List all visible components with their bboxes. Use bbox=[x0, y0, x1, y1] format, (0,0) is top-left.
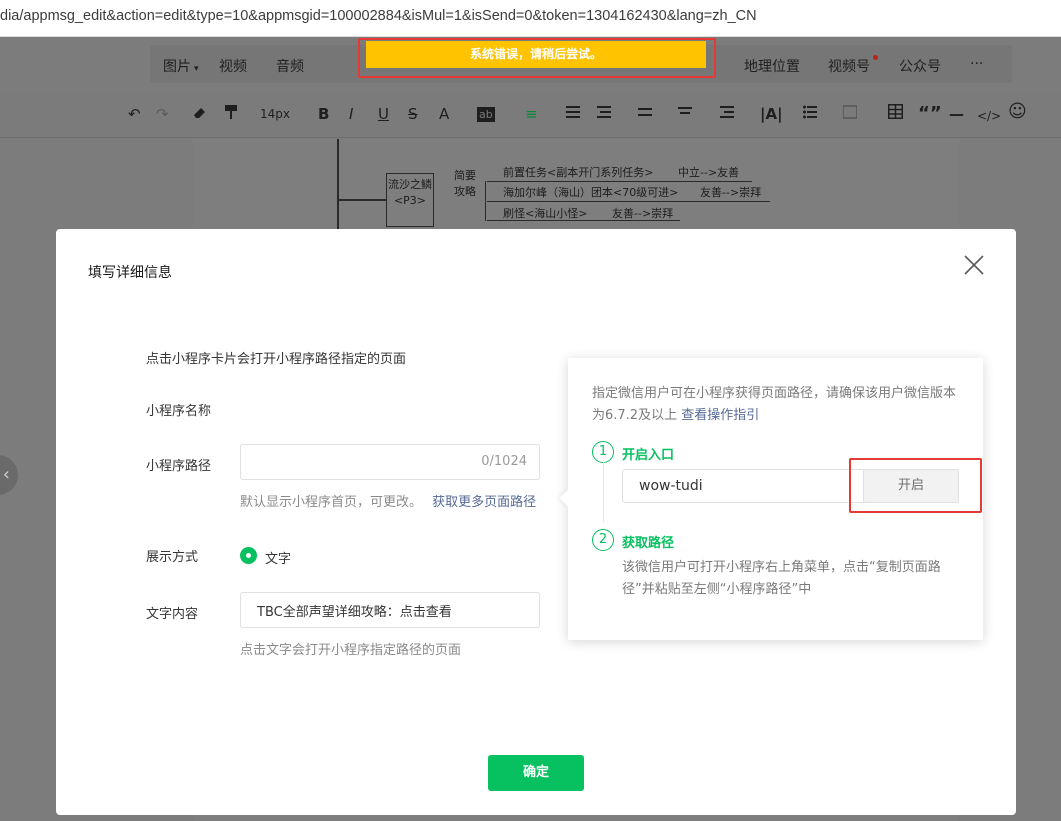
close-icon[interactable] bbox=[960, 251, 988, 279]
table-icon[interactable] bbox=[888, 104, 903, 124]
divider-icon[interactable]: — bbox=[949, 104, 964, 124]
list-icon[interactable] bbox=[803, 104, 817, 124]
text-mode-radio[interactable] bbox=[240, 547, 257, 564]
line-spacing-icon[interactable] bbox=[597, 104, 611, 124]
mindmap-row-2-status: 友善-->崇拜 bbox=[700, 186, 762, 199]
two-ends-indent-icon[interactable] bbox=[720, 104, 734, 124]
align-icon[interactable]: ≡ bbox=[525, 104, 538, 124]
text-mode-label[interactable]: 文字 bbox=[265, 548, 291, 567]
insert-audio-button[interactable]: 音频 bbox=[276, 56, 304, 76]
insert-video-button[interactable]: 视频 bbox=[219, 56, 247, 76]
background-color-button[interactable]: ab bbox=[477, 107, 495, 122]
undo-icon[interactable]: ↶ bbox=[128, 104, 141, 124]
text-content-hint: 点击文字会打开小程序指定路径的页面 bbox=[240, 643, 462, 658]
step-2-title: 获取路径 bbox=[622, 536, 675, 551]
miniprogram-path-input[interactable]: 0/1024 bbox=[240, 444, 540, 480]
confirm-button[interactable]: 确定 bbox=[488, 755, 584, 791]
insert-official-account-button[interactable]: 公众号 bbox=[899, 56, 941, 76]
paragraph-spacing-icon[interactable] bbox=[638, 104, 652, 124]
format-painter-icon[interactable] bbox=[224, 104, 238, 125]
dialog-title: 填写详细信息 bbox=[88, 265, 172, 281]
eraser-icon[interactable] bbox=[192, 104, 208, 125]
mindmap-branch-line bbox=[485, 181, 486, 221]
more-icon[interactable]: ··· bbox=[970, 56, 983, 72]
toast-highlight-frame bbox=[358, 38, 716, 78]
mindmap-branch-label: 简要攻略 bbox=[454, 169, 476, 198]
mindmap-row-divider bbox=[487, 181, 752, 182]
channels-red-dot bbox=[873, 55, 878, 60]
miniprogram-name-label: 小程序名称 bbox=[146, 404, 212, 419]
popover-description: 指定微信用户可在小程序获得页面路径，请确保该用户微信版本为6.7.2及以上 查看… bbox=[592, 386, 957, 423]
mindmap-row-divider bbox=[487, 220, 680, 221]
mindmap-node: 流沙之鳞<P3> bbox=[386, 173, 434, 227]
path-char-counter: 0/1024 bbox=[481, 454, 527, 469]
indent-icon[interactable] bbox=[566, 104, 580, 124]
step-2-badge: 2 bbox=[592, 529, 614, 551]
text-direction-icon[interactable]: |A| bbox=[760, 104, 783, 124]
underline-button[interactable]: U bbox=[378, 104, 389, 124]
mindmap-row-1-status: 中立-->友善 bbox=[678, 166, 740, 179]
disabled-style-icon bbox=[842, 104, 858, 124]
step-connector bbox=[603, 462, 604, 522]
view-guide-link[interactable]: 查看操作指引 bbox=[681, 408, 759, 423]
mindmap-horizontal-line bbox=[337, 199, 386, 201]
display-mode-label: 展示方式 bbox=[146, 550, 199, 565]
insert-channels-button[interactable]: 视频号 bbox=[828, 56, 870, 76]
miniprogram-path-label: 小程序路径 bbox=[146, 459, 212, 474]
format-toolbar: ↶ ↷ 14px B I U S A ab ≡ |A| “” — </> ☺ bbox=[0, 92, 1061, 138]
insert-location-button[interactable]: 地理位置 bbox=[744, 56, 800, 76]
insert-image-button[interactable]: 图片 ▾ bbox=[163, 56, 199, 76]
dialog-intro-text: 点击小程序卡片会打开小程序路径指定的页面 bbox=[146, 352, 407, 367]
letter-spacing-icon[interactable] bbox=[678, 104, 692, 124]
text-content-label: 文字内容 bbox=[146, 607, 199, 622]
bold-button[interactable]: B bbox=[318, 104, 329, 124]
mindmap-vertical-line bbox=[337, 139, 339, 229]
italic-button[interactable]: I bbox=[349, 104, 353, 124]
font-color-button[interactable]: A bbox=[439, 104, 449, 124]
mindmap-row-3-status: 友善-->崇拜 bbox=[612, 207, 674, 220]
mindmap-row-1: 前置任务<副本开门系列任务> bbox=[503, 166, 654, 179]
redo-icon[interactable]: ↷ bbox=[156, 104, 169, 124]
mindmap-row-divider bbox=[487, 201, 770, 202]
step-1-badge: 1 bbox=[592, 441, 614, 463]
url-text[interactable]: dia/appmsg_edit&action=edit&type=10&appm… bbox=[0, 8, 757, 24]
text-content-input[interactable]: TBC全部声望详细攻略：点击查看 bbox=[240, 592, 540, 628]
quote-icon[interactable]: “” bbox=[918, 104, 942, 124]
mindmap-row-3: 刷怪<海山小怪> bbox=[503, 207, 588, 220]
step-1-title: 开启入口 bbox=[622, 448, 675, 463]
emoji-icon[interactable]: ☺ bbox=[1008, 102, 1027, 122]
code-icon[interactable]: </> bbox=[977, 106, 1001, 126]
path-hint: 默认显示小程序首页，可更改。 获取更多页面路径 bbox=[240, 495, 537, 510]
mindmap-row-2: 海加尔峰（海山）团本<70级可进> bbox=[503, 186, 679, 199]
step-2-description: 该微信用户可打开小程序右上角菜单，点击“复制页面路径”并粘贴至左侧“小程序路径”… bbox=[622, 560, 941, 597]
get-more-paths-link[interactable]: 获取更多页面路径 bbox=[432, 495, 536, 510]
browser-url-bar[interactable]: dia/appmsg_edit&action=edit&type=10&appm… bbox=[0, 0, 1061, 37]
open-button-highlight-frame bbox=[849, 458, 982, 513]
strikethrough-button[interactable]: S bbox=[408, 104, 418, 124]
wechat-id-value[interactable]: wow-tudi bbox=[639, 478, 703, 494]
font-size-select[interactable]: 14px bbox=[260, 104, 290, 124]
